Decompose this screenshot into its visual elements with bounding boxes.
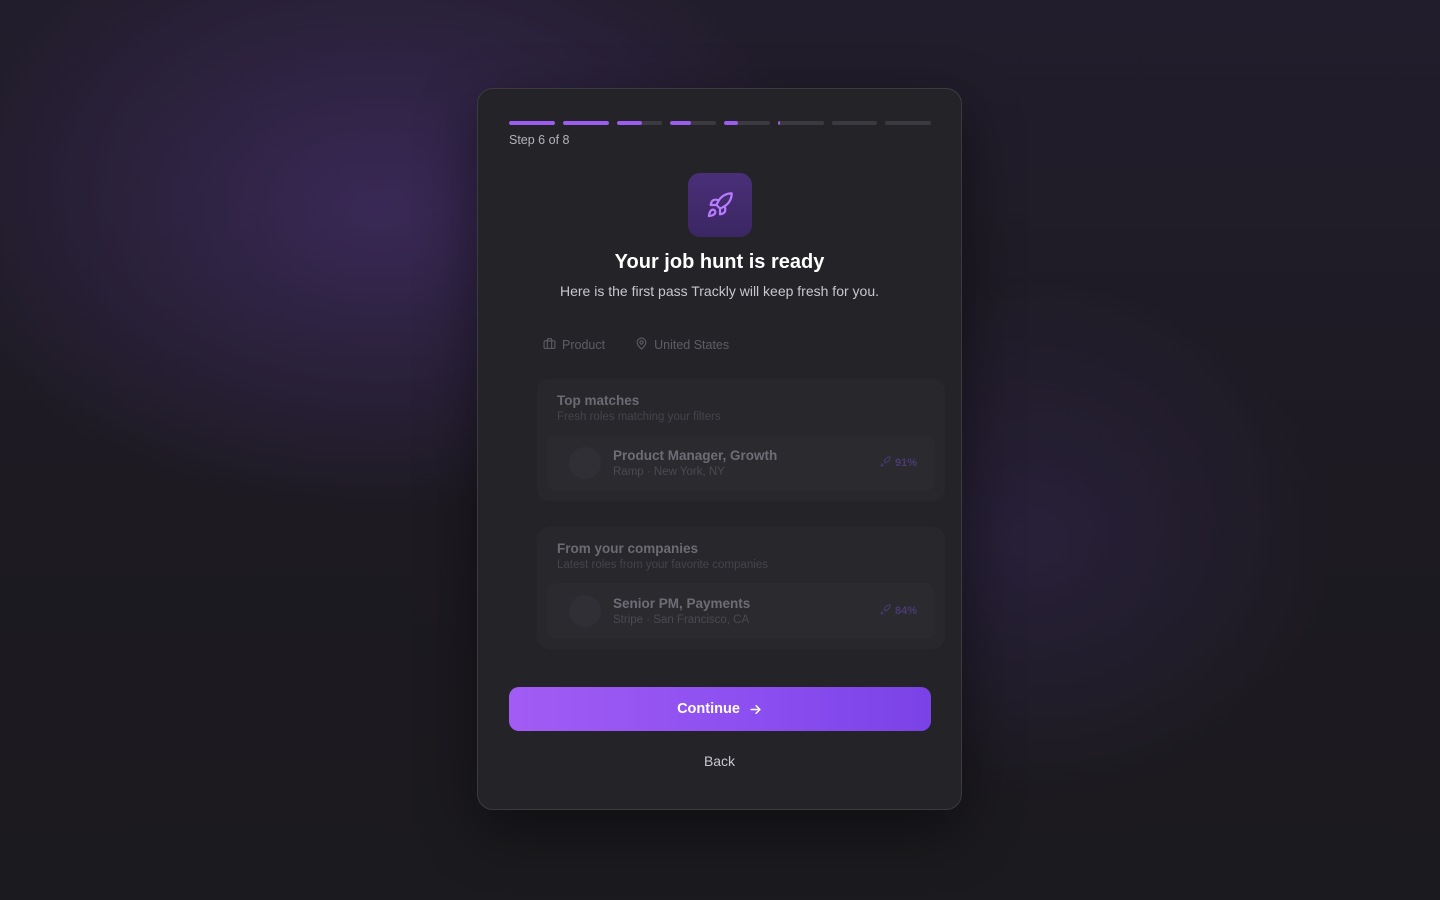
map-pin-icon xyxy=(635,337,648,353)
top-matches-section: Top matches Fresh roles matching your fi… xyxy=(537,379,945,501)
progress-segment-fill xyxy=(670,121,691,125)
progress-segment-fill xyxy=(616,121,642,125)
job-title: Product Manager, Growth xyxy=(613,448,778,463)
section-subtitle: Fresh roles matching your filters xyxy=(557,411,721,423)
job-meta: Stripe · San Francisco, CA xyxy=(613,614,750,626)
progress-segment xyxy=(885,121,931,125)
filter-chip-location: United States xyxy=(635,337,729,353)
job-meta: Ramp · New York, NY xyxy=(613,466,725,478)
filter-chip-label: United States xyxy=(654,338,730,352)
step-label: Step 6 of 8 xyxy=(509,133,570,147)
progress-segment xyxy=(777,121,824,125)
progress-segment-fill xyxy=(562,121,609,125)
progress-segment-fill xyxy=(509,121,555,125)
company-logo xyxy=(569,447,601,479)
rocket-icon xyxy=(880,604,891,618)
progress-segment xyxy=(616,121,663,125)
progress-segment xyxy=(509,121,555,125)
briefcase-icon xyxy=(543,337,556,353)
progress-segment xyxy=(831,121,878,125)
your-companies-section: From your companies Latest roles from yo… xyxy=(537,527,945,649)
progress-segment-fill xyxy=(777,121,781,125)
company-logo xyxy=(569,595,601,627)
filter-chip-label: Product xyxy=(562,338,606,352)
job-row[interactable]: Senior PM, Payments Stripe · San Francis… xyxy=(547,583,935,639)
filter-chip-category: Product xyxy=(543,337,605,353)
progress-segment xyxy=(724,121,770,125)
progress-segment xyxy=(670,121,716,125)
match-score: 84% xyxy=(880,604,917,618)
progress-bar xyxy=(509,121,931,125)
back-button[interactable]: Back xyxy=(478,753,961,769)
section-subtitle: Latest roles from your favorite companie… xyxy=(557,559,768,571)
rocket-icon xyxy=(880,456,891,470)
job-row[interactable]: Product Manager, Growth Ramp · New York,… xyxy=(547,435,935,491)
match-score: 91% xyxy=(880,456,917,470)
match-score-value: 91% xyxy=(894,457,917,469)
section-title: Top matches xyxy=(557,393,640,408)
match-score-value: 84% xyxy=(894,605,917,617)
page-subtitle: Here is the first pass Trackly will keep… xyxy=(560,283,879,299)
continue-label: Continue xyxy=(677,701,740,717)
progress-segment-fill xyxy=(724,121,738,125)
continue-button[interactable]: Continue xyxy=(509,687,931,731)
arrow-right-icon xyxy=(748,702,763,717)
progress-segment xyxy=(562,121,609,125)
filter-summary: Product United States xyxy=(543,337,729,353)
page-title: Your job hunt is ready xyxy=(614,251,825,273)
rocket-icon xyxy=(688,173,752,237)
onboarding-card: Step 6 of 8 Your job hunt is ready Here … xyxy=(477,88,962,810)
job-title: Senior PM, Payments xyxy=(613,596,751,611)
section-title: From your companies xyxy=(557,541,699,556)
